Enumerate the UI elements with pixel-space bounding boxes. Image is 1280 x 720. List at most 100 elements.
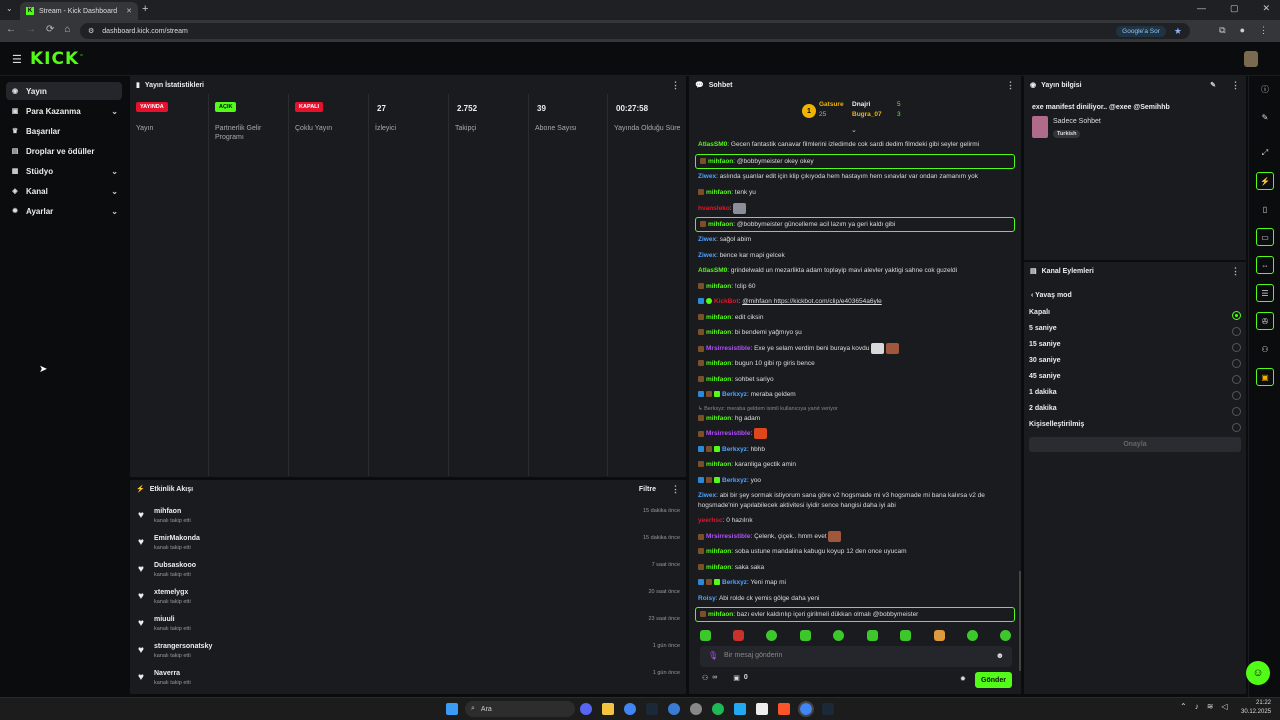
bookmark-star-icon[interactable]: ★ — [1174, 26, 1182, 37]
stream-category[interactable]: Sadece Sohbet — [1053, 118, 1101, 125]
chat-username[interactable]: mihfaon — [706, 461, 731, 468]
more-icon[interactable]: ⋮ — [1006, 80, 1015, 91]
chat-username[interactable]: mihfaon — [708, 611, 733, 618]
chat-username[interactable]: mihfaon — [708, 221, 733, 228]
chat-icon[interactable]: ▭ — [1256, 228, 1274, 246]
emote-icon[interactable] — [867, 630, 878, 641]
emoji-icon[interactable]: ☻ — [996, 651, 1004, 660]
mic-icon[interactable]: 🎙 — [708, 651, 718, 660]
gift-icon[interactable]: ▣ — [733, 674, 740, 686]
stream-tag[interactable]: Turkish — [1053, 130, 1081, 138]
profile-icon[interactable]: ● — [1240, 25, 1245, 36]
emote-icon[interactable] — [934, 630, 945, 641]
chat-username[interactable]: KickBot — [714, 298, 739, 305]
file-explorer-icon[interactable] — [602, 703, 614, 715]
chat-username[interactable]: mihfaon — [706, 329, 731, 336]
home-icon[interactable]: ⌂ — [64, 24, 70, 35]
site-info-icon[interactable]: ⚙ — [88, 27, 94, 35]
expand-leaderboard-icon[interactable]: ⌄ — [851, 126, 857, 134]
taskbar-search[interactable]: ⌕ Ara — [465, 701, 575, 717]
emote-icon[interactable] — [833, 630, 844, 641]
chat-username[interactable]: Berkxyz — [722, 446, 747, 453]
chat-scrollbar[interactable] — [1019, 571, 1021, 671]
chat-username[interactable]: AtlasSM0 — [698, 267, 727, 274]
chat-username[interactable]: mihfaon — [706, 360, 731, 367]
chat-username[interactable]: mihfaon — [706, 189, 731, 196]
slow-mode-option[interactable]: 5 saniye — [1029, 325, 1243, 339]
chat-username[interactable]: Roisy — [698, 595, 716, 602]
follower-name[interactable]: xtemelygx — [154, 589, 188, 596]
chat-settings-icon[interactable]: ✹ — [960, 675, 966, 683]
sidebar-item-basarilar[interactable]: ♛ Başarılar — [6, 122, 122, 140]
radio-button[interactable] — [1232, 359, 1241, 368]
send-button[interactable]: Gönder — [975, 672, 1012, 688]
steam-icon[interactable] — [822, 703, 834, 715]
slow-mode-back[interactable]: ‹ Yavaş mod — [1031, 292, 1072, 299]
slow-mode-option[interactable]: 30 saniye — [1029, 357, 1243, 371]
close-window-icon[interactable]: ✕ — [1262, 3, 1270, 14]
follower-name[interactable]: Dubsaskooo — [154, 562, 196, 569]
chat-username[interactable]: yeerhsc — [698, 517, 723, 524]
sidebar-item-droplar[interactable]: ▤ Droplar ve ödüller — [6, 142, 122, 160]
radio-button[interactable] — [1232, 391, 1241, 400]
chat-username[interactable]: hvansleko — [698, 205, 730, 212]
follower-name[interactable]: mihfaon — [154, 508, 181, 515]
radio-button[interactable] — [1232, 375, 1241, 384]
volume-icon[interactable]: ◁ — [1221, 702, 1227, 711]
chat-username[interactable]: mihfaon — [706, 415, 731, 422]
chat-username[interactable]: Ziwex — [698, 252, 716, 259]
radio-button[interactable] — [1232, 407, 1241, 416]
slow-mode-option[interactable]: Kişiselleştirilmiş — [1029, 421, 1243, 435]
clapper-icon[interactable]: ▣ — [1256, 368, 1274, 386]
windows-start-icon[interactable] — [446, 703, 458, 715]
sidebar-item-kanal[interactable]: ◈ Kanal ⌄ — [6, 182, 122, 200]
radio-button[interactable] — [1232, 423, 1241, 432]
lightning-icon[interactable]: ⚡ — [1256, 172, 1274, 190]
users-icon[interactable]: ⚇ — [1256, 340, 1274, 358]
chat-leaderboard[interactable]: 1 Gatsure 25 Dnajri 5 Bugra_07 3 — [802, 101, 912, 125]
brave-icon[interactable] — [778, 703, 790, 715]
filter-button[interactable]: Filtre — [639, 486, 656, 493]
google-ask-button[interactable]: Google'a Sor — [1116, 25, 1166, 37]
document-icon[interactable]: ▯ — [1256, 200, 1274, 218]
emote-icon[interactable] — [800, 630, 811, 641]
discord-icon[interactable] — [580, 703, 592, 715]
steam-icon[interactable] — [646, 703, 658, 715]
tab-list-icon[interactable]: ⌄ — [6, 4, 13, 13]
chat-username[interactable]: Berkxyz — [722, 391, 747, 398]
forward-icon[interactable]: → — [26, 24, 36, 35]
minimize-icon[interactable]: — — [1197, 3, 1206, 14]
chat-username[interactable]: Mrsirresistible — [706, 345, 750, 352]
radio-button[interactable] — [1232, 327, 1241, 336]
chat-username[interactable]: mihfaon — [706, 564, 731, 571]
kick-logo[interactable]: KICK™ — [30, 49, 84, 69]
mic-icon[interactable]: ♪ — [1195, 702, 1199, 711]
users-icon[interactable]: ⚇ — [702, 674, 708, 686]
chat-username[interactable]: Ziwex — [698, 492, 716, 499]
chat-username[interactable]: AtlasSM0 — [698, 141, 727, 148]
avatar[interactable] — [1244, 51, 1258, 67]
app-icon[interactable] — [690, 703, 702, 715]
chat-username[interactable]: mihfaon — [706, 548, 731, 555]
radio-button[interactable] — [1232, 311, 1241, 320]
follower-name[interactable]: Naverra — [154, 670, 180, 677]
sidebar-item-yayin[interactable]: ◉ Yayın — [6, 82, 122, 100]
app-icon[interactable] — [668, 703, 680, 715]
chat-text[interactable]: @mihfaon https://kickbot.com/clip/e40365… — [742, 298, 882, 305]
emote-icon[interactable] — [700, 630, 711, 641]
clock-date[interactable]: 30.12.2025 — [1241, 709, 1271, 715]
expand-icon[interactable]: ⤢ — [1256, 144, 1274, 162]
chat-username[interactable]: mihfaon — [708, 158, 733, 165]
app-icon[interactable] — [756, 703, 768, 715]
more-icon[interactable]: ⋮ — [671, 484, 680, 495]
follower-name[interactable]: EmirMakonda — [154, 535, 200, 542]
network-icon[interactable]: ≋ — [1207, 702, 1214, 711]
edit-icon[interactable]: ✎ — [1256, 108, 1274, 126]
back-icon[interactable]: ← — [6, 24, 16, 35]
browser-tab[interactable]: K Stream - Kick Dashboard ✕ — [20, 2, 138, 20]
follower-name[interactable]: miuuli — [154, 616, 175, 623]
extensions-icon[interactable]: ⧉ — [1219, 25, 1225, 36]
confirm-button[interactable]: Onayla — [1029, 437, 1241, 452]
info-icon[interactable]: ⓘ — [1256, 80, 1274, 98]
reload-icon[interactable]: ⟳ — [46, 24, 54, 35]
